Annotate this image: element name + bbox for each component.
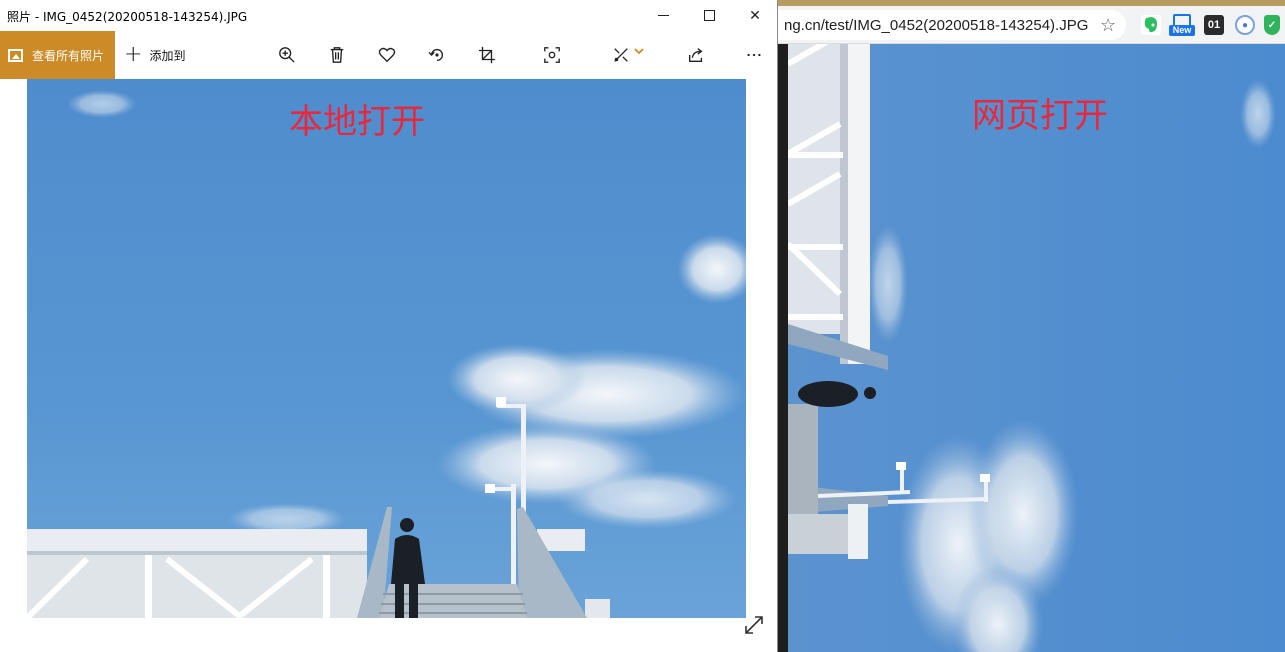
new-extension-icon[interactable]: New — [1169, 14, 1195, 36]
photo-image — [27, 79, 746, 618]
binary-extension-icon[interactable]: 01 — [1204, 15, 1224, 35]
heart-icon[interactable] — [375, 43, 399, 67]
expand-icon[interactable] — [743, 614, 765, 636]
maximize-button[interactable] — [686, 0, 732, 31]
new-badge: New — [1169, 25, 1195, 36]
title-bar[interactable]: 照片 - IMG_0452(20200518-143254).JPG ✕ — [0, 0, 777, 31]
sync-extension-icon[interactable]: ● — [1235, 15, 1255, 35]
crop-icon[interactable] — [475, 43, 499, 67]
bookmark-star-icon[interactable]: ☆ — [1100, 15, 1116, 36]
add-to-button[interactable]: + 添加到 — [124, 31, 185, 79]
zoom-in-icon[interactable] — [275, 43, 299, 67]
web-open-label: 网页打开 — [972, 96, 1108, 136]
delete-icon[interactable] — [325, 43, 349, 67]
maximize-icon — [703, 10, 715, 21]
local-open-label: 本地打开 — [289, 102, 425, 142]
photo-toolbar: 查看所有照片 + 添加到 — [0, 31, 777, 79]
chevron-down-icon — [634, 48, 644, 55]
photo-canvas — [0, 79, 777, 652]
close-icon: ✕ — [749, 7, 761, 24]
evernote-extension-icon[interactable] — [1141, 15, 1161, 35]
address-bar[interactable]: ng.cn/test/IMG_0452(20200518-143254).JPG… — [778, 10, 1126, 40]
image-icon — [8, 48, 23, 62]
view-all-photos-label: 查看所有照片 — [32, 48, 105, 63]
window-title: 照片 - IMG_0452(20200518-143254).JPG — [7, 10, 248, 24]
rotate-icon[interactable] — [425, 43, 449, 67]
minimize-icon — [657, 15, 669, 16]
url-text: ng.cn/test/IMG_0452(20200518-143254).JPG — [784, 17, 1089, 34]
share-icon[interactable] — [684, 43, 708, 67]
close-button[interactable]: ✕ — [732, 0, 777, 31]
minimize-button[interactable] — [640, 0, 686, 31]
local-photo — [27, 79, 746, 618]
view-all-photos-button[interactable]: 查看所有照片 — [0, 31, 115, 79]
window-gap — [778, 44, 788, 652]
enhance-icon[interactable] — [540, 43, 564, 67]
more-icon[interactable] — [742, 43, 766, 67]
browser-toolbar: ng.cn/test/IMG_0452(20200518-143254).JPG… — [778, 6, 1285, 44]
shield-extension-icon[interactable]: ✓ — [1264, 15, 1280, 35]
desktop: ng.cn/test/IMG_0452(20200518-143254).JPG… — [0, 0, 1285, 652]
add-to-label: 添加到 — [149, 48, 186, 63]
edit-icon[interactable] — [608, 43, 648, 67]
plus-icon: + — [124, 42, 143, 67]
